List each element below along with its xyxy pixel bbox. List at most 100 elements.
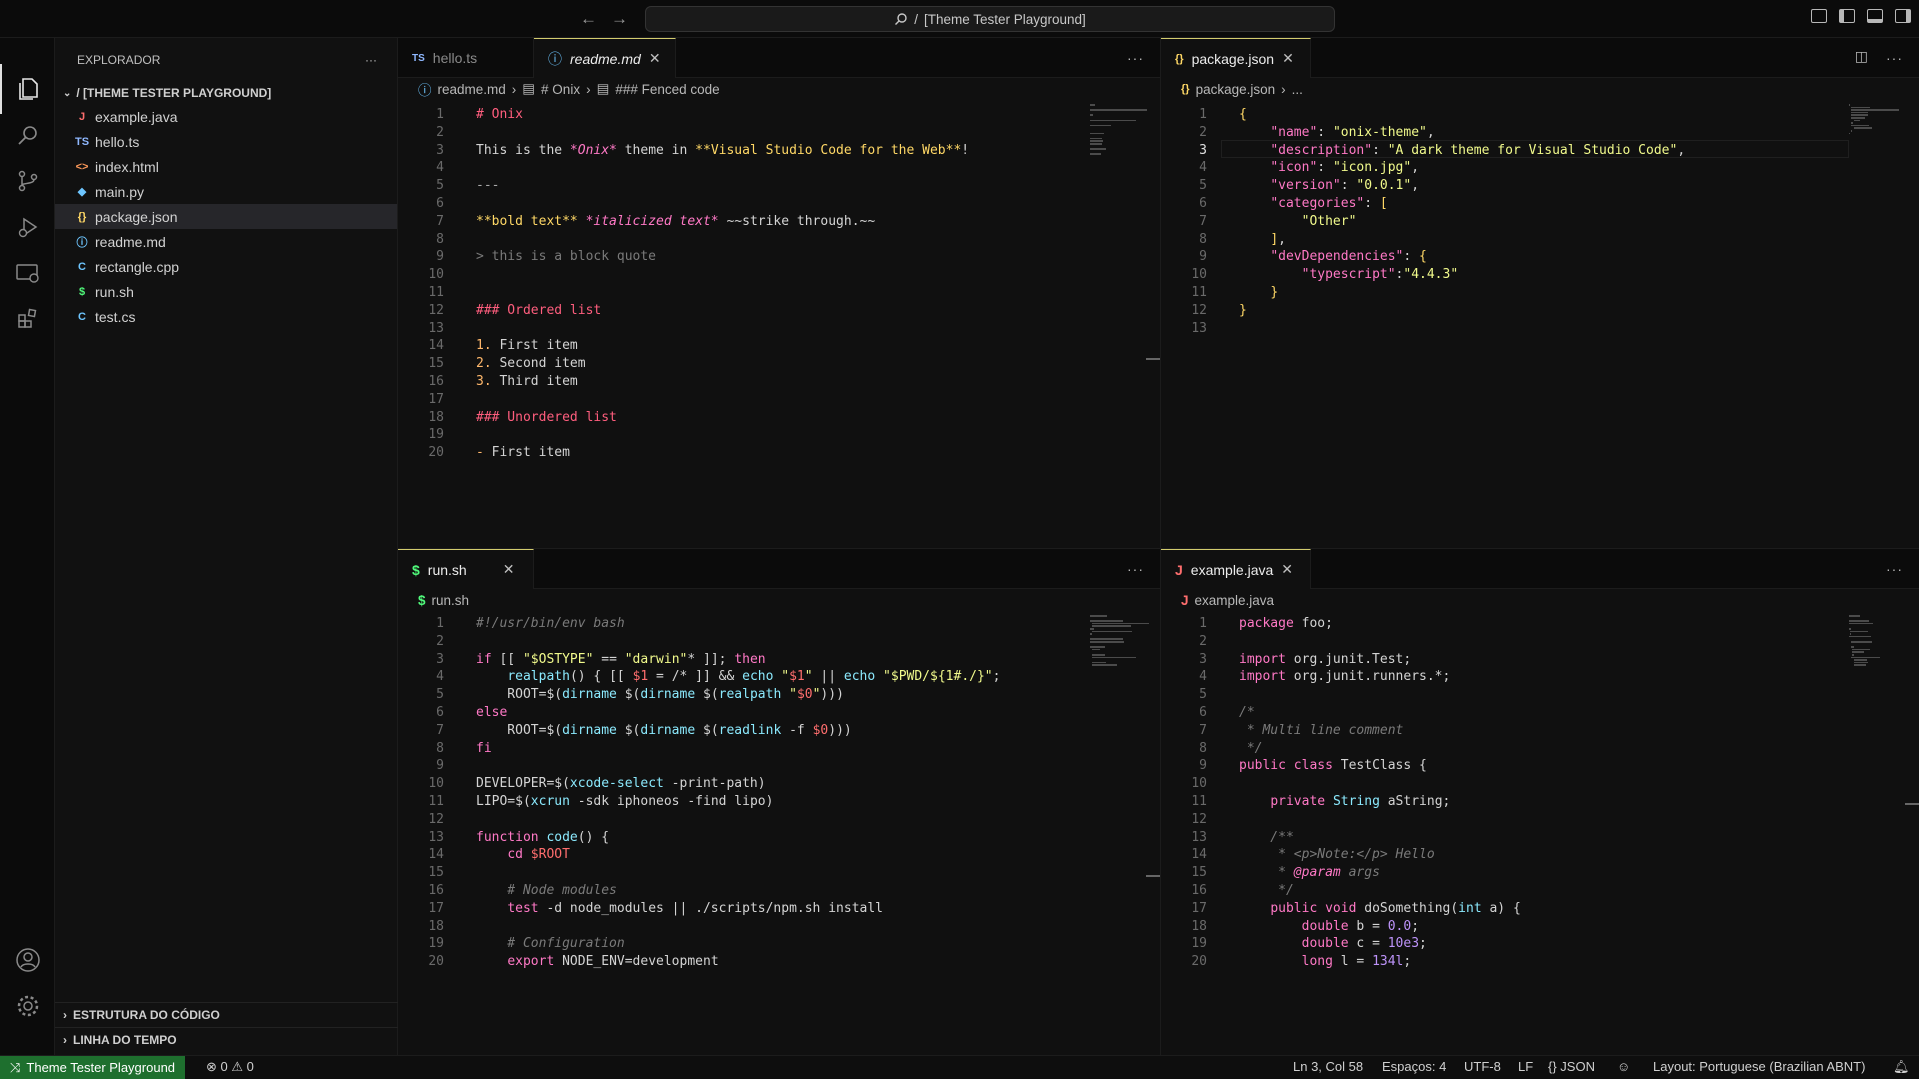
close-icon[interactable]: ✕ [1282, 50, 1294, 67]
code-line[interactable]: test -d node_modules || ./scripts/npm.sh… [476, 898, 883, 920]
breadcrumb-item[interactable]: package.json [1196, 82, 1276, 97]
breadcrumb-item[interactable]: ... [1292, 82, 1303, 97]
cursor-position[interactable]: Ln 3, Col 58 [1293, 1059, 1363, 1074]
problems-indicator[interactable]: ⊗ 0 ⚠ 0 [206, 1059, 254, 1075]
tab-readme-md[interactable]: ⓘ readme.md ✕ [534, 38, 676, 78]
keyboard-layout[interactable]: Layout: Portuguese (Brazilian ABNT) [1653, 1059, 1865, 1074]
search-icon[interactable] [0, 110, 55, 160]
split-editor-icon[interactable]: ◫ [1855, 48, 1869, 65]
source-control-icon[interactable] [0, 156, 55, 206]
close-icon[interactable]: ✕ [649, 50, 661, 67]
manage-gear-icon[interactable] [0, 981, 55, 1031]
more-actions-icon[interactable]: ··· [1886, 561, 1903, 577]
tab-example-java[interactable]: J example.java ✕ [1161, 549, 1311, 589]
file-type-icon: <> [75, 160, 89, 173]
breadcrumb-item[interactable]: ### Fenced code [615, 82, 719, 97]
scrollbar-thumb[interactable] [1146, 358, 1160, 360]
file-item[interactable]: Ctest.cs [55, 304, 397, 329]
tab-run-sh[interactable]: $ run.sh ✕ [398, 549, 534, 589]
file-item[interactable]: ◆ main.py [55, 179, 397, 204]
scrollbar-thumb[interactable] [1146, 875, 1160, 877]
run-debug-icon[interactable] [0, 202, 55, 252]
file-item[interactable]: ⓘ readme.md [55, 229, 397, 254]
end-of-line[interactable]: LF [1518, 1059, 1533, 1074]
breadcrumb-item[interactable]: readme.md [438, 82, 506, 97]
notifications-bell-icon[interactable]: 🔔︎ [1893, 1059, 1910, 1075]
timeline-section[interactable]: › LINHA DO TEMPO [55, 1027, 398, 1052]
code-line[interactable]: public class TestClass { [1239, 755, 1427, 777]
file-item[interactable]: Crectangle.cpp [55, 254, 397, 279]
code-line[interactable]: **bold text** *italicized text* ~~strike… [476, 211, 875, 233]
code-area[interactable]: 1 #!/usr/bin/env bash 2 3 if [[ "$OSTYPE" ==… [398, 611, 1160, 1055]
minimap[interactable] [1845, 611, 1919, 1055]
more-actions-icon[interactable]: ··· [365, 53, 377, 67]
code-line[interactable]: cd $ROOT [476, 844, 570, 866]
code-line[interactable]: ### Ordered list [476, 300, 601, 322]
file-item[interactable]: <> index.html [55, 154, 397, 179]
code-line[interactable]: package foo; [1239, 613, 1333, 635]
toggle-primary-sidebar-icon[interactable] [1839, 9, 1855, 23]
code-line[interactable]: # Onix [476, 104, 523, 126]
more-actions-icon[interactable]: ··· [1886, 50, 1903, 66]
arrow-right-icon[interactable]: → [611, 9, 628, 29]
code-line[interactable]: fi [476, 738, 492, 760]
file-item[interactable]: $ run.sh [55, 279, 397, 304]
code-line[interactable]: * Multi line comment [1239, 720, 1404, 742]
explorer-icon[interactable] [0, 64, 55, 114]
indentation[interactable]: Espaços: 4 [1382, 1059, 1446, 1074]
minimap[interactable] [1845, 100, 1919, 548]
workspace-root[interactable]: ⌄ / [THEME TESTER PLAYGROUND] [55, 82, 397, 104]
file-name: example.java [95, 108, 178, 125]
code-line[interactable]: } [1239, 300, 1247, 322]
copilot-icon[interactable]: ☺ [1617, 1059, 1630, 1074]
remote-indicator[interactable]: ⤨ Theme Tester Playground [0, 1056, 186, 1079]
minimap[interactable] [1086, 100, 1160, 548]
code-line[interactable]: ### Unordered list [476, 407, 617, 429]
code-line[interactable]: ROOT=$(dirname $(dirname $(realpath "$0"… [476, 684, 844, 706]
customize-layout-icon[interactable] [1811, 9, 1827, 23]
extensions-icon[interactable] [0, 294, 55, 344]
breadcrumb: J example.java [1161, 589, 1919, 611]
code-line[interactable]: LIPO=$(xcrun -sdk iphoneos -find lipo) [476, 791, 773, 813]
breadcrumb-item[interactable]: run.sh [432, 593, 470, 608]
code-line[interactable]: import org.junit.runners.*; [1239, 666, 1450, 688]
minimap[interactable] [1086, 611, 1160, 1055]
outline-section[interactable]: › ESTRUTURA DO CÓDIGO [55, 1002, 398, 1027]
minimap-line [1090, 137, 1102, 140]
code-line[interactable]: > this is a block quote [476, 246, 656, 268]
toggle-panel-icon[interactable] [1867, 9, 1883, 23]
code-line[interactable]: This is the *Onix* theme in **Visual Stu… [476, 140, 969, 162]
code-area[interactable]: 1{2 "name": "onix-theme", 3 "description"… [1161, 100, 1919, 548]
arrow-left-icon[interactable]: ← [580, 9, 597, 29]
close-icon[interactable]: ✕ [503, 561, 515, 578]
encoding[interactable]: UTF-8 [1464, 1059, 1501, 1074]
language-mode[interactable]: {} JSON [1548, 1059, 1595, 1074]
code-line[interactable]: export NODE_ENV=development [476, 951, 718, 973]
code-line[interactable]: 3. Third item [476, 371, 578, 393]
file-item[interactable]: TS hello.ts [55, 129, 397, 154]
tab-package-json[interactable]: {} package.json ✕ [1161, 38, 1311, 78]
remote-explorer-icon[interactable] [0, 248, 55, 298]
file-item[interactable]: {} package.json [55, 204, 397, 229]
close-icon[interactable]: ✕ [1281, 561, 1293, 578]
file-item[interactable]: Jexample.java [55, 104, 397, 129]
code-line[interactable]: ROOT=$(dirname $(dirname $(readlink -f $… [476, 720, 851, 742]
tab-hello-ts[interactable]: TS hello.ts [398, 38, 534, 78]
more-actions-icon[interactable]: ··· [1127, 50, 1144, 66]
code-line[interactable]: --- [476, 175, 499, 197]
code-line[interactable]: - First item [476, 442, 570, 464]
code-line[interactable]: #!/usr/bin/env bash [476, 613, 625, 635]
toggle-secondary-sidebar-icon[interactable] [1895, 9, 1911, 23]
breadcrumb-item[interactable]: # Onix [541, 82, 580, 97]
code-line[interactable]: long l = 134l; [1239, 951, 1412, 973]
code-line[interactable]: private String aString; [1239, 791, 1450, 813]
command-center-search[interactable]: / [Theme Tester Playground] [645, 6, 1335, 32]
more-actions-icon[interactable]: ··· [1127, 561, 1144, 577]
code-area[interactable]: 1 package foo; 2 3 import org.junit.Test; 4 im… [1161, 611, 1919, 1055]
code-area[interactable]: 1 # Onix 2 3 This is the *Onix* theme in **V… [398, 100, 1160, 548]
tab-label: example.java [1190, 561, 1274, 578]
account-icon[interactable] [0, 935, 55, 985]
minimap-line [1849, 620, 1869, 622]
scrollbar-thumb[interactable] [1905, 803, 1919, 805]
breadcrumb-item[interactable]: example.java [1195, 593, 1275, 608]
